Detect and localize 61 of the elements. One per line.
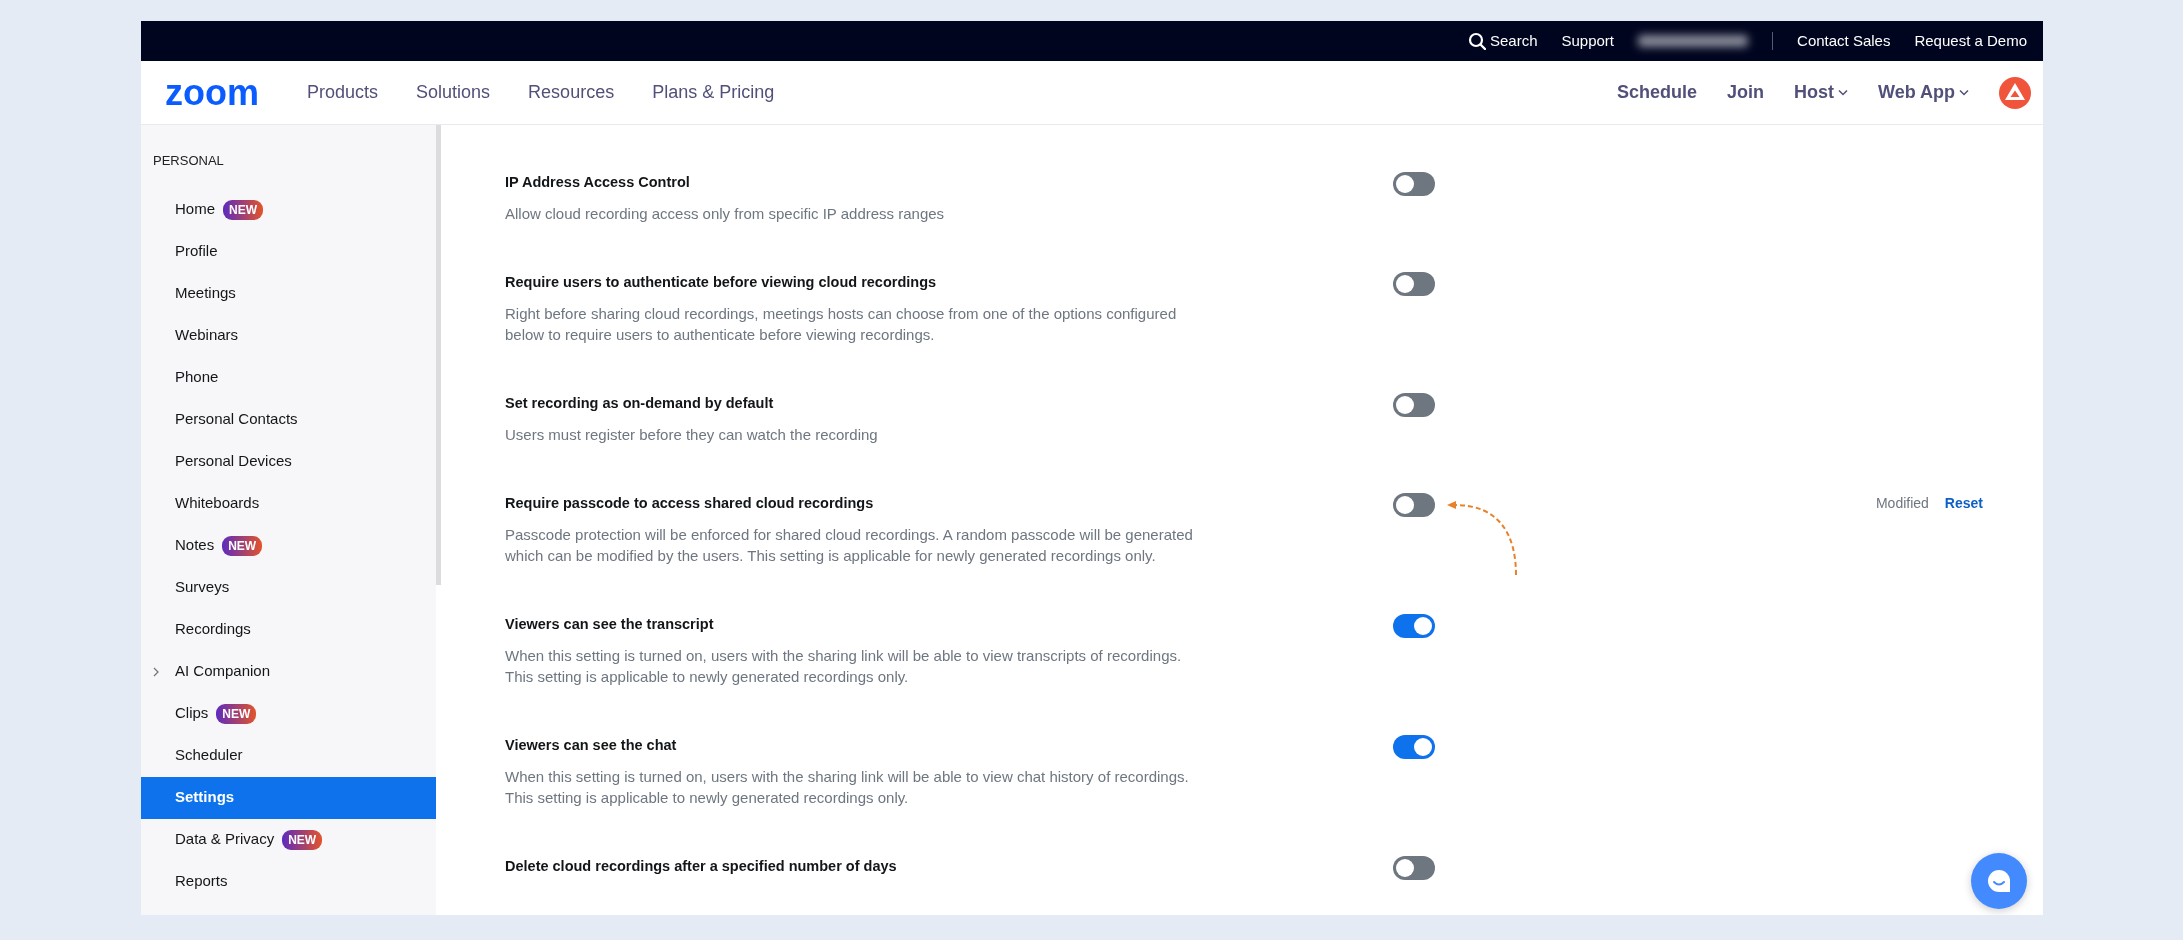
- avatar-icon[interactable]: [1999, 76, 2031, 109]
- nav-link[interactable]: Plans & Pricing: [652, 79, 775, 106]
- sidebar-item[interactable]: Scheduler: [141, 734, 436, 777]
- setting-description: Users must register before they can watch the recording: [505, 425, 879, 445]
- sidebar-item[interactable]: Notes NEW: [141, 524, 436, 567]
- nav-action[interactable]: Join: [1727, 79, 1764, 106]
- setting-title: Set recording as on-demand by default: [505, 394, 775, 413]
- nav-action[interactable]: Schedule: [1616, 79, 1697, 106]
- top-bar-link[interactable]: Request a Demo: [1914, 29, 2027, 53]
- nav-action[interactable]: Host: [1794, 79, 1848, 106]
- setting-description: When this setting is turned on, users with the sharing link will be able to view chat history of recordings. This setting is applicable to newly generated recordings only.: [505, 767, 1190, 808]
- toggle-switch[interactable]: [1393, 393, 1435, 417]
- nav-link[interactable]: Solutions: [416, 79, 491, 106]
- sidebar-item[interactable]: Phone: [141, 356, 436, 399]
- setting-title: IP Address Access Control: [505, 173, 691, 192]
- toggle-switch[interactable]: [1393, 735, 1435, 759]
- section-heading: PERSONAL: [152, 152, 225, 170]
- nav-link[interactable]: Products: [307, 79, 379, 106]
- toggle-switch[interactable]: [1393, 856, 1435, 880]
- setting-description: Allow cloud recording access only from specific IP address ranges: [505, 204, 946, 224]
- sidebar-item[interactable]: Recordings: [141, 608, 436, 651]
- new-badge: NEW: [282, 829, 323, 850]
- sidebar-item[interactable]: AI Companion: [141, 650, 436, 693]
- toggle-switch[interactable]: [1393, 493, 1435, 517]
- logo[interactable]: zoom: [165, 74, 259, 111]
- new-badge: NEW: [223, 199, 263, 220]
- setting-title: Require passcode to access shared cloud recordings: [505, 494, 875, 513]
- nav-action[interactable]: Web App: [1878, 79, 1969, 106]
- modified-label: Modified: [1875, 494, 1929, 513]
- chat-icon: [1986, 868, 2012, 894]
- setting-title: Require users to authenticate before viewing cloud recordings: [505, 273, 938, 292]
- setting-title: Viewers can see the chat: [505, 736, 678, 755]
- sidebar-item[interactable]: Personal Contacts: [141, 398, 436, 441]
- top-bar-link[interactable]: Contact Sales: [1797, 29, 1891, 53]
- toggle-switch[interactable]: [1393, 172, 1435, 196]
- new-badge: NEW: [216, 703, 257, 724]
- sidebar-item[interactable]: Data & Privacy NEW: [141, 818, 436, 861]
- search-link[interactable]: Search: [1467, 29, 1538, 53]
- sidebar-item[interactable]: Reports: [141, 860, 436, 903]
- sidebar-item[interactable]: Surveys: [141, 566, 436, 609]
- sidebar-item[interactable]: Clips NEW: [141, 692, 436, 735]
- sidebar-item[interactable]: Whiteboards: [141, 482, 436, 525]
- setting-title: Delete cloud recordings after a specified number of days: [505, 857, 898, 876]
- setting-description: Right before sharing cloud recordings, meetings hosts can choose from one of the options configured below to require users to authenticate before viewing recordings.: [505, 304, 1178, 345]
- sidebar-item[interactable]: Settings: [141, 776, 436, 819]
- top-bar-link[interactable]: Support: [1561, 29, 1615, 53]
- chat-button[interactable]: [1971, 853, 2027, 909]
- sidebar-item[interactable]: Personal Devices: [141, 440, 436, 483]
- toggle-switch[interactable]: [1393, 272, 1435, 296]
- sidebar-item[interactable]: Meetings: [141, 272, 436, 315]
- sidebar-item[interactable]: Home NEW: [141, 188, 436, 231]
- sidebar-item[interactable]: Webinars: [141, 314, 436, 357]
- search-icon: [1467, 32, 1486, 50]
- sidebar-item[interactable]: Profile: [141, 230, 436, 273]
- setting-title: Viewers can see the transcript: [505, 615, 715, 634]
- new-badge: NEW: [222, 535, 263, 556]
- toggle-switch[interactable]: [1393, 614, 1435, 638]
- reset-link[interactable]: Reset: [1944, 493, 1983, 514]
- setting-description: Passcode protection will be enforced for shared cloud recordings. A random passcode will be generated which can be modified by the users. This setting is applicable for newly generated recordings only.: [505, 525, 1194, 566]
- nav-link[interactable]: Resources: [528, 79, 615, 106]
- setting-description: When this setting is turned on, users with the sharing link will be able to view transcripts of recordings. This setting is applicable to newly generated recordings only.: [505, 646, 1183, 687]
